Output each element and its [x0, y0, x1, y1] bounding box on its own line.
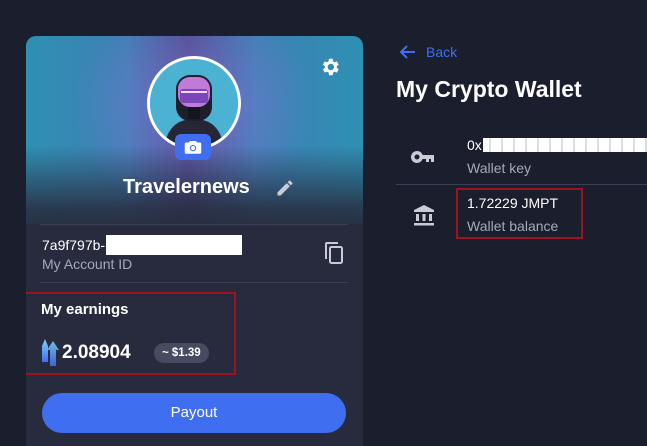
account-id: 7a9f797b- — [42, 235, 243, 255]
jmpt-logo-icon — [39, 336, 61, 366]
wallet-key-value[interactable]: 0x — [467, 137, 647, 153]
username: Travelernews — [123, 176, 250, 198]
arrow-left-icon — [400, 45, 415, 59]
back-label: Back — [426, 44, 458, 60]
pencil-icon[interactable] — [275, 178, 295, 198]
earnings-amount: 2.08904 — [62, 342, 131, 363]
wallet-key-redaction — [482, 138, 647, 152]
earnings-usd-badge: ~ $1.39 — [154, 343, 209, 363]
key-icon — [410, 148, 435, 166]
copy-icon[interactable] — [323, 241, 345, 265]
payout-button[interactable]: Payout — [42, 393, 346, 433]
divider — [40, 224, 348, 225]
gear-icon[interactable] — [319, 56, 341, 78]
bank-icon — [413, 204, 435, 226]
wallet-key-label: Wallet key — [467, 160, 532, 176]
wallet-key-prefix: 0x — [467, 137, 482, 153]
earnings-title: My earnings — [41, 301, 129, 318]
profile-card: Travelernews 7a9f797b- My Account ID My … — [26, 36, 363, 446]
account-id-redaction — [106, 235, 243, 255]
page-title: My Crypto Wallet — [396, 76, 582, 102]
account-id-label: My Account ID — [42, 256, 133, 272]
wallet-balance-label: Wallet balance — [467, 218, 559, 234]
account-id-prefix: 7a9f797b- — [42, 237, 106, 253]
back-link[interactable]: Back — [400, 44, 457, 60]
divider — [396, 184, 647, 185]
camera-icon[interactable] — [175, 134, 211, 160]
divider — [40, 282, 348, 283]
wallet-balance-value: 1.72229 JMPT — [467, 195, 559, 211]
